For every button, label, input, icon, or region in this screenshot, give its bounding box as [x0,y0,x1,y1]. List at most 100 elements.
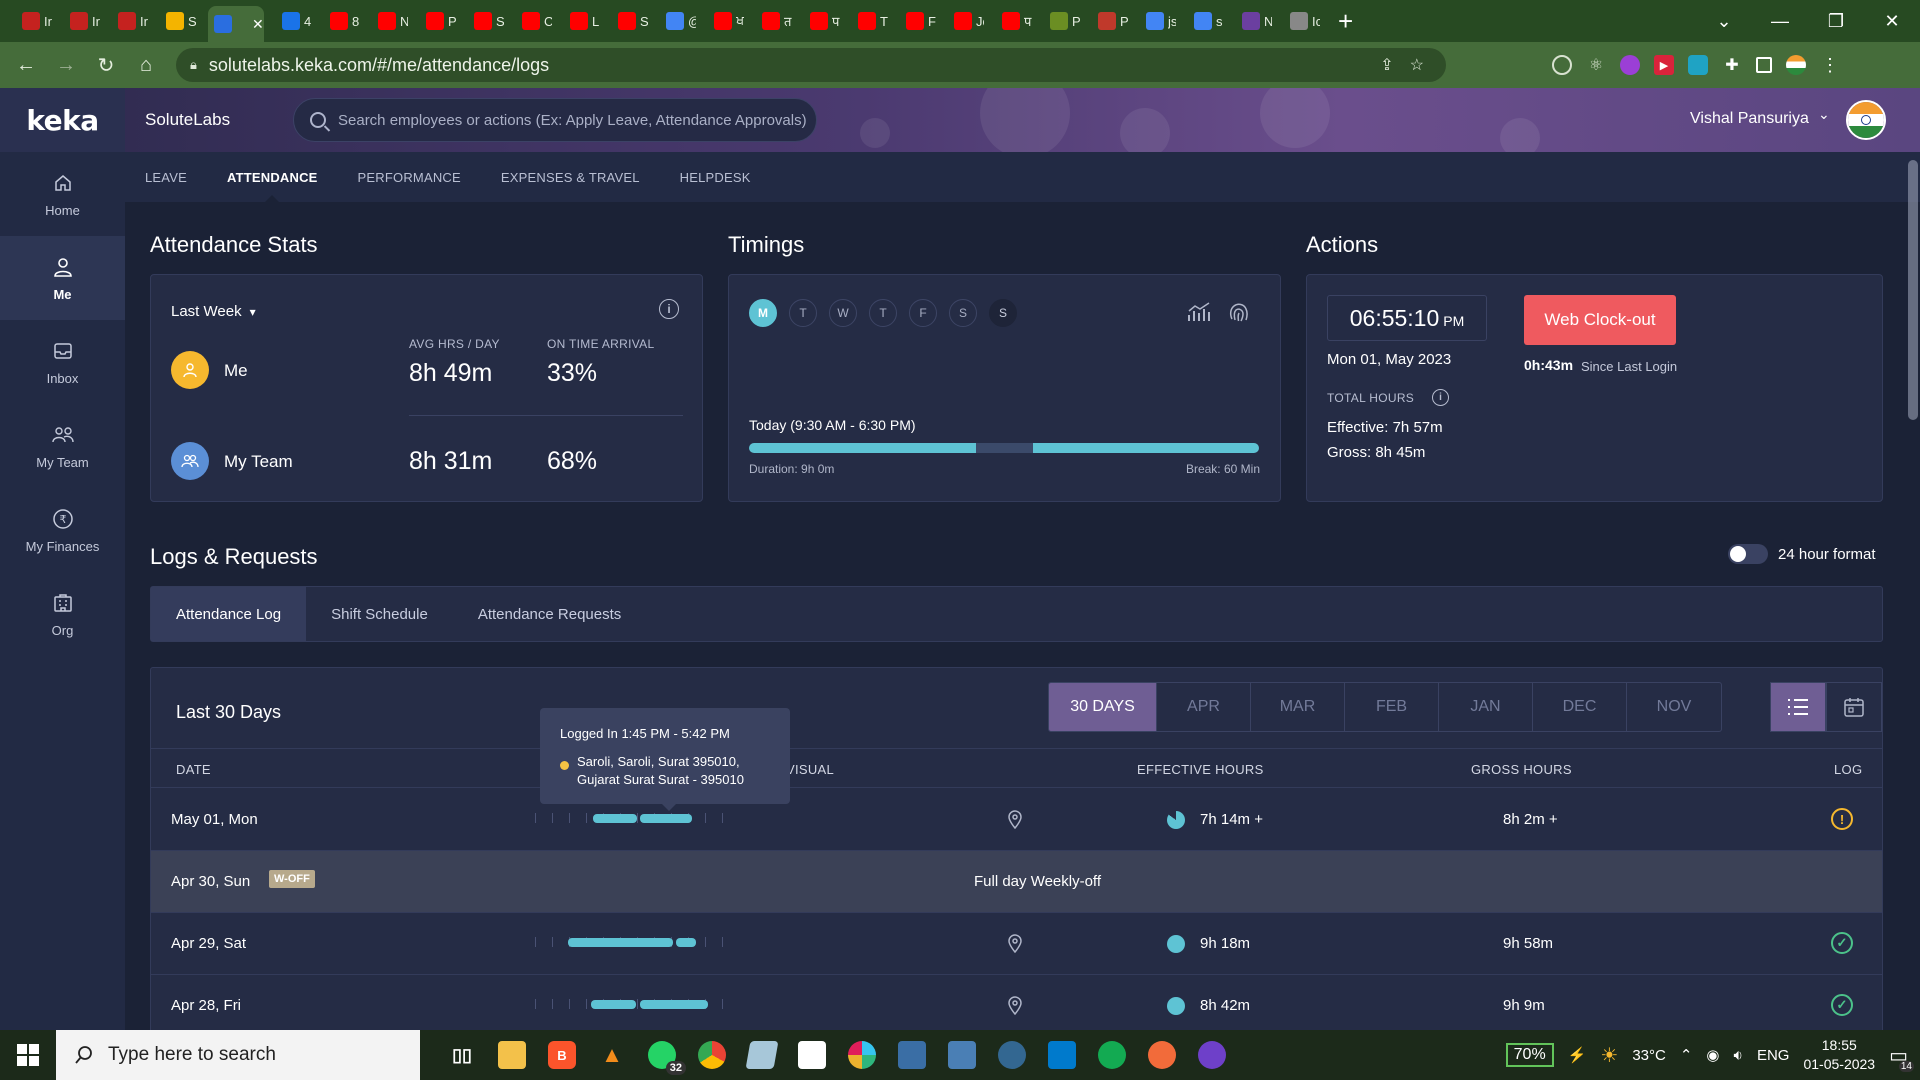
browser-tab[interactable]: S [160,5,196,37]
reload-button[interactable]: ↻ [86,53,126,78]
extension-bulb-icon[interactable] [1552,55,1572,75]
log-segment[interactable] [640,1000,708,1009]
weather-icon[interactable]: ☀ [1600,1043,1618,1068]
log-segment[interactable] [568,938,673,947]
check-icon[interactable]: ✓ [1831,994,1853,1016]
location-pin-icon[interactable] [1007,809,1023,834]
list-view-button[interactable] [1770,682,1826,732]
log-segment[interactable] [593,814,637,823]
month-apr[interactable]: APR [1157,683,1251,731]
browser-tab[interactable]: 8 [324,5,360,37]
location-pin-icon[interactable] [1007,933,1023,958]
task-view-icon[interactable]: ▯▯ [448,1041,476,1069]
tab-search-icon[interactable]: ⌄ [1696,11,1752,32]
maximize-button[interactable]: ❐ [1808,11,1864,32]
day-monday[interactable]: M [749,299,777,327]
home-button[interactable]: ⌂ [126,54,166,77]
month-mar[interactable]: MAR [1251,683,1345,731]
sidebar-item-inbox[interactable]: Inbox [0,320,125,404]
browser-tab[interactable]: P [1092,5,1128,37]
calendar-view-button[interactable] [1826,682,1882,732]
browser-tab[interactable]: js [1140,5,1176,37]
browser-tab[interactable]: ✕ [208,6,264,42]
volume-icon[interactable]: 🔉︎ [1734,1047,1743,1064]
extension-blue-icon[interactable] [1688,55,1708,75]
month-jan[interactable]: JAN [1439,683,1533,731]
file-explorer-icon[interactable] [498,1041,526,1069]
web-clockout-button[interactable]: Web Clock-out [1524,295,1676,345]
extension-red-icon[interactable]: ▶ [1654,55,1674,75]
side-panel-icon[interactable] [1756,57,1772,73]
postgres-icon[interactable] [998,1041,1026,1069]
browser-tab[interactable]: N [1236,5,1272,37]
day-sunday[interactable]: S [989,299,1017,327]
browser-tab[interactable]: S [612,5,648,37]
browser-tab[interactable]: N [372,5,408,37]
tab-attendance-log[interactable]: Attendance Log [151,587,307,641]
system-clock[interactable]: 18:55 01-05-2023 [1803,1036,1875,1074]
tab-attendance-requests[interactable]: Attendance Requests [453,587,646,641]
day-saturday[interactable]: S [949,299,977,327]
start-button[interactable] [0,1030,56,1080]
chrome-icon[interactable] [698,1041,726,1069]
visual-timeline[interactable] [535,937,735,951]
sidebar-item-my-finances[interactable]: ₹ My Finances [0,488,125,572]
user-name[interactable]: Vishal Pansuriya [1690,110,1809,128]
log-segment[interactable] [676,938,696,947]
user-avatar[interactable] [1846,100,1886,140]
extension-react-icon[interactable]: ⚛ [1586,55,1606,75]
tab-helpdesk[interactable]: HELPDESK [680,152,751,202]
tray-chevron-icon[interactable]: ⌃ [1680,1046,1693,1064]
browser-tab[interactable]: 4 [276,5,312,37]
location-pin-icon[interactable] [1007,995,1023,1020]
browser-tab[interactable]: Ic [1284,5,1320,37]
table-row[interactable]: May 01, Mon 7h 14m + 8h 2m + ! [151,789,1882,851]
browser-tab[interactable]: @ [660,5,696,37]
24-hour-toggle[interactable] [1728,544,1768,564]
log-segment[interactable] [640,814,692,823]
language-indicator[interactable]: ENG [1757,1047,1790,1064]
table-row[interactable]: Apr 29, Sat 9h 18m 9h 58m ✓ [151,913,1882,975]
sidebar-item-me[interactable]: Me [0,236,125,320]
eraser-icon[interactable] [745,1041,779,1069]
tab-leave[interactable]: LEAVE [145,152,187,202]
network-icon[interactable]: ◉ [1706,1046,1719,1064]
browser-tab[interactable]: प [996,5,1032,37]
check-icon[interactable]: ✓ [1831,932,1853,954]
new-tab-button[interactable]: + [1338,6,1353,37]
browser-tab[interactable]: C [516,5,552,37]
log-segment[interactable] [591,1000,636,1009]
weather-temp[interactable]: 33°C [1632,1047,1666,1064]
browser-tab[interactable]: प [804,5,840,37]
keka-logo[interactable]: keka [0,88,125,152]
tab-shift-schedule[interactable]: Shift Schedule [306,587,453,641]
tab-attendance[interactable]: ATTENDANCE [227,152,318,202]
mongodb-icon[interactable] [1098,1041,1126,1069]
postman-icon[interactable] [1148,1041,1176,1069]
sidebar-item-org[interactable]: Org [0,572,125,656]
month-feb[interactable]: FEB [1345,683,1439,731]
github-icon[interactable] [1198,1041,1226,1069]
battery-level[interactable]: 70% [1505,1043,1554,1067]
sql-server-icon[interactable] [948,1041,976,1069]
forward-button[interactable]: → [46,54,86,77]
whatsapp-icon[interactable]: 32 [648,1041,686,1075]
taskbar-search[interactable]: Type here to search [56,1030,420,1080]
share-icon[interactable]: ⇪ [1380,55,1393,75]
fingerprint-icon[interactable] [1226,299,1252,330]
search-input[interactable] [338,111,808,129]
browser-tab[interactable]: L [564,5,600,37]
vscode-icon[interactable] [1048,1041,1076,1069]
browser-tab[interactable]: त [756,5,792,37]
browser-tab[interactable]: P [420,5,456,37]
global-search[interactable] [293,98,817,142]
profile-avatar-icon[interactable] [1786,55,1806,75]
visual-timeline[interactable] [535,999,735,1013]
month-nov[interactable]: NOV [1627,683,1721,731]
month-30-days[interactable]: 30 DAYS [1049,683,1157,731]
sidebar-item-home[interactable]: Home [0,152,125,236]
tab-performance[interactable]: PERFORMANCE [358,152,461,202]
page-scrollbar[interactable] [1908,160,1918,420]
browser-tab[interactable]: T [852,5,888,37]
day-tuesday[interactable]: T [789,299,817,327]
